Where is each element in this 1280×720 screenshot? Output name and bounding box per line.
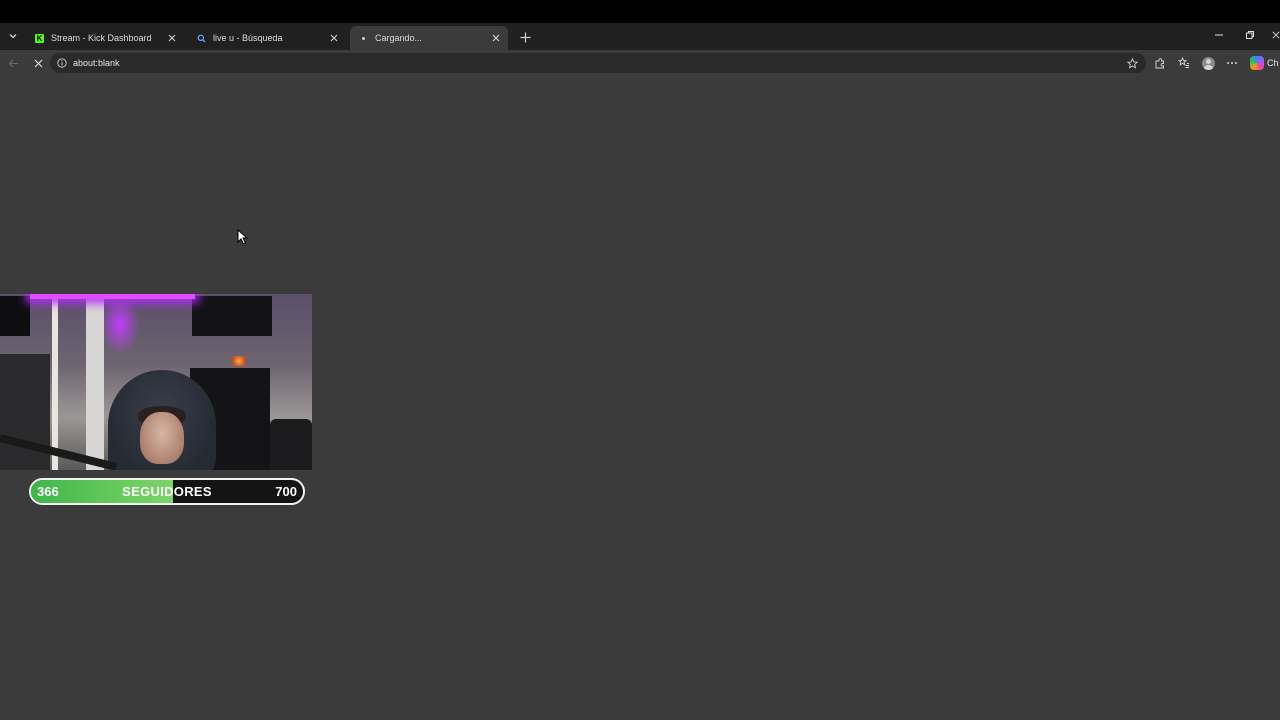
favorite-star-icon[interactable]: [1126, 57, 1138, 69]
goal-target-count: 700: [275, 484, 297, 499]
restore-button[interactable]: [1242, 27, 1258, 43]
stop-loading-button[interactable]: [30, 55, 46, 71]
close-icon[interactable]: [166, 32, 178, 44]
browser-toolbar: about:blank Ch: [0, 50, 1280, 77]
close-icon[interactable]: [490, 32, 502, 44]
favorites-list-icon: [1178, 57, 1189, 68]
profile-button[interactable]: [1200, 55, 1216, 71]
settings-menu-button[interactable]: [1224, 55, 1240, 71]
address-bar[interactable]: about:blank: [50, 53, 1146, 73]
tab-title: Stream - Kick Dashboard: [51, 33, 152, 43]
chevron-down-icon: [9, 34, 17, 39]
extensions-icon: [1155, 58, 1164, 69]
tab-strip: K Stream - Kick Dashboard live u - Búsqu…: [0, 23, 1280, 50]
webcam-overlay: [0, 294, 312, 470]
goal-label: SEGUIDORES: [122, 484, 212, 499]
close-icon: [34, 59, 42, 67]
restore-icon: [1246, 31, 1254, 39]
minimize-button[interactable]: [1211, 27, 1227, 43]
tab-search[interactable]: live u - Búsqueda: [188, 26, 346, 50]
copilot-icon: [1250, 56, 1264, 70]
tab-title: live u - Búsqueda: [213, 33, 283, 43]
tab-actions-menu[interactable]: [4, 27, 22, 45]
arrow-left-icon: [8, 59, 18, 67]
close-window-button[interactable]: [1272, 27, 1280, 43]
more-options-icon: [1227, 62, 1237, 64]
copilot-button[interactable]: Ch: [1250, 55, 1279, 71]
search-icon: [196, 33, 207, 44]
window-top-edge: [0, 0, 1280, 23]
info-icon[interactable]: [56, 57, 68, 69]
follower-goal-bar: 366 SEGUIDORES 700: [29, 478, 305, 505]
avatar: [1201, 56, 1215, 70]
minimize-icon: [1215, 34, 1223, 36]
favorites-button[interactable]: [1176, 55, 1192, 71]
copilot-label: Ch: [1267, 58, 1279, 68]
mouse-cursor-icon: [237, 229, 249, 245]
extensions-button[interactable]: [1152, 55, 1168, 71]
close-icon: [1272, 31, 1280, 39]
kick-icon: K: [35, 33, 44, 43]
back-button[interactable]: [5, 55, 21, 71]
address-text[interactable]: about:blank: [73, 58, 1126, 68]
close-icon[interactable]: [328, 32, 340, 44]
loading-dot-icon: [358, 33, 369, 44]
new-tab-button[interactable]: [516, 28, 534, 46]
plus-icon: [520, 32, 530, 42]
tab-loading[interactable]: Cargando...: [350, 26, 508, 50]
tab-title: Cargando...: [375, 33, 423, 43]
tab-kick-dashboard[interactable]: K Stream - Kick Dashboard: [26, 26, 184, 50]
